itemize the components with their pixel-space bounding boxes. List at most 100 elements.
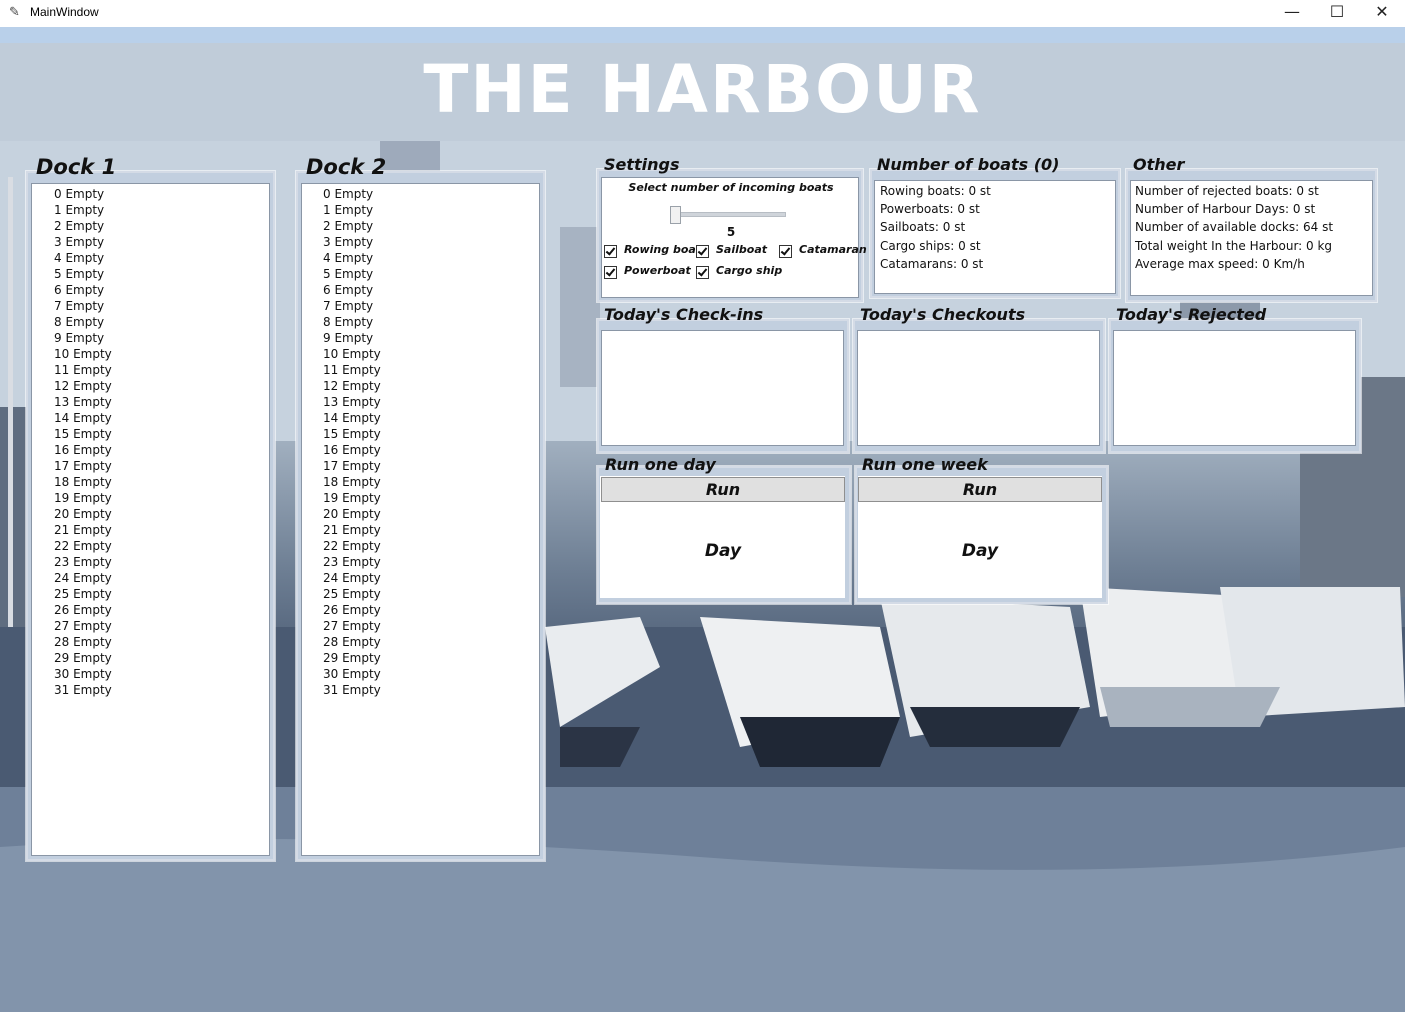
dock1-slot[interactable]: 19 Empty (54, 490, 112, 506)
dock2-slot[interactable]: 22 Empty (323, 538, 381, 554)
dock2-slot[interactable]: 4 Empty (323, 250, 381, 266)
rejected-title: Today's Rejected (1116, 305, 1267, 324)
catamaran-checkbox[interactable] (779, 245, 792, 258)
available-docks-stat: Number of available docks: 64 st (1135, 220, 1334, 234)
dock1-slot-list[interactable]: 0 Empty 1 Empty 2 Empty 3 Empty 4 Empty 5 Emp… (54, 186, 112, 698)
dock1-slot[interactable]: 15 Empty (54, 426, 112, 442)
dock1-slot[interactable]: 24 Empty (54, 570, 112, 586)
dock2-slot[interactable]: 25 Empty (323, 586, 381, 602)
checkins-list[interactable] (601, 330, 844, 446)
run-one-week-button[interactable]: Run (858, 477, 1102, 502)
dock1-slot[interactable]: 17 Empty (54, 458, 112, 474)
checkouts-title: Today's Checkouts (860, 305, 1026, 324)
dock2-slot[interactable]: 2 Empty (323, 218, 381, 234)
dock1-slot[interactable]: 3 Empty (54, 234, 112, 250)
harbour-days-stat: Number of Harbour Days: 0 st (1135, 202, 1316, 216)
dock2-slot[interactable]: 0 Empty (323, 186, 381, 202)
catamaran-label[interactable]: Catamaran (799, 243, 867, 256)
dock2-slot[interactable]: 13 Empty (323, 394, 381, 410)
settings-title: Settings (604, 155, 680, 174)
dock2-slot[interactable]: 15 Empty (323, 426, 381, 442)
dock2-slot[interactable]: 1 Empty (323, 202, 381, 218)
cargo-ship-checkbox[interactable] (696, 266, 709, 279)
sailboat-label[interactable]: Sailboat (716, 243, 767, 256)
powerboat-label[interactable]: Powerboat (624, 264, 691, 277)
dock1-slot[interactable]: 9 Empty (54, 330, 112, 346)
dock1-slot[interactable]: 5 Empty (54, 266, 112, 282)
rejected-boats-stat: Number of rejected boats: 0 st (1135, 184, 1319, 198)
dock2-slot[interactable]: 11 Empty (323, 362, 381, 378)
dock1-slot[interactable]: 20 Empty (54, 506, 112, 522)
dock2-slot[interactable]: 20 Empty (323, 506, 381, 522)
dock2-slot[interactable]: 31 Empty (323, 682, 381, 698)
maximize-button[interactable]: ☐ (1314, 0, 1360, 27)
dock1-slot[interactable]: 6 Empty (54, 282, 112, 298)
dock1-slot[interactable]: 14 Empty (54, 410, 112, 426)
dock1-slot[interactable]: 4 Empty (54, 250, 112, 266)
dock2-slot[interactable]: 28 Empty (323, 634, 381, 650)
dock2-slot[interactable]: 21 Empty (323, 522, 381, 538)
rejected-list[interactable] (1113, 330, 1356, 446)
dock1-slot[interactable]: 8 Empty (54, 314, 112, 330)
dock1-slot[interactable]: 10 Empty (54, 346, 112, 362)
powerboat-checkbox[interactable] (604, 266, 617, 279)
dock1-slot[interactable]: 1 Empty (54, 202, 112, 218)
dock1-slot[interactable]: 16 Empty (54, 442, 112, 458)
dock2-slot[interactable]: 16 Empty (323, 442, 381, 458)
dock1-slot[interactable]: 29 Empty (54, 650, 112, 666)
sailboat-checkbox[interactable] (696, 245, 709, 258)
dock2-slot[interactable]: 12 Empty (323, 378, 381, 394)
dock1-slot[interactable]: 30 Empty (54, 666, 112, 682)
rowing-boat-label[interactable]: Rowing boat (624, 243, 701, 256)
dock1-slot[interactable]: 23 Empty (54, 554, 112, 570)
dock2-slot[interactable]: 3 Empty (323, 234, 381, 250)
cargo-ship-label[interactable]: Cargo ship (716, 264, 782, 277)
dock2-slot[interactable]: 10 Empty (323, 346, 381, 362)
dock1-slot[interactable]: 0 Empty (54, 186, 112, 202)
boat-count-slider-track[interactable] (672, 212, 786, 217)
close-button[interactable]: ✕ (1359, 0, 1405, 27)
dock2-slot[interactable]: 19 Empty (323, 490, 381, 506)
dock1-slot[interactable]: 22 Empty (54, 538, 112, 554)
dock2-slot[interactable]: 27 Empty (323, 618, 381, 634)
dock2-slot[interactable]: 24 Empty (323, 570, 381, 586)
dock2-slot[interactable]: 8 Empty (323, 314, 381, 330)
dock2-list-box[interactable]: 0 Empty 1 Empty 2 Empty 3 Empty 4 Empty 5 Emp… (301, 183, 540, 856)
slider-value: 5 (726, 225, 736, 239)
run-one-day-title: Run one day (605, 455, 716, 474)
dock2-slot[interactable]: 30 Empty (323, 666, 381, 682)
dock1-slot[interactable]: 7 Empty (54, 298, 112, 314)
dock1-slot[interactable]: 28 Empty (54, 634, 112, 650)
run-one-day-button[interactable]: Run (601, 477, 845, 502)
dock1-slot[interactable]: 13 Empty (54, 394, 112, 410)
dock1-slot[interactable]: 21 Empty (54, 522, 112, 538)
dock2-slot[interactable]: 17 Empty (323, 458, 381, 474)
dock2-slot-list[interactable]: 0 Empty 1 Empty 2 Empty 3 Empty 4 Empty 5 Emp… (323, 186, 381, 698)
rowing-boat-checkbox[interactable] (604, 245, 617, 258)
dock2-slot[interactable]: 6 Empty (323, 282, 381, 298)
dock2-slot[interactable]: 5 Empty (323, 266, 381, 282)
dock2-slot[interactable]: 29 Empty (323, 650, 381, 666)
boats-count-title: Number of boats (0) (877, 155, 1060, 174)
checkouts-list[interactable] (857, 330, 1100, 446)
sailboats-count: Sailboats: 0 st (880, 220, 966, 234)
dock2-slot[interactable]: 23 Empty (323, 554, 381, 570)
minimize-button[interactable]: — (1269, 0, 1315, 27)
dock1-slot[interactable]: 18 Empty (54, 474, 112, 490)
dock1-slot[interactable]: 26 Empty (54, 602, 112, 618)
dock1-slot[interactable]: 2 Empty (54, 218, 112, 234)
slider-label: Select number of incoming boats (628, 181, 834, 194)
dock1-slot[interactable]: 31 Empty (54, 682, 112, 698)
dock1-slot[interactable]: 12 Empty (54, 378, 112, 394)
dock2-slot[interactable]: 14 Empty (323, 410, 381, 426)
dock2-slot[interactable]: 7 Empty (323, 298, 381, 314)
dock2-slot[interactable]: 26 Empty (323, 602, 381, 618)
dock1-slot[interactable]: 27 Empty (54, 618, 112, 634)
window-title: MainWindow (30, 5, 99, 19)
boat-count-slider-handle[interactable] (670, 206, 681, 224)
dock1-slot[interactable]: 25 Empty (54, 586, 112, 602)
dock2-slot[interactable]: 18 Empty (323, 474, 381, 490)
dock2-slot[interactable]: 9 Empty (323, 330, 381, 346)
dock1-list-box[interactable]: 0 Empty 1 Empty 2 Empty 3 Empty 4 Empty 5 Emp… (31, 183, 270, 856)
dock1-slot[interactable]: 11 Empty (54, 362, 112, 378)
